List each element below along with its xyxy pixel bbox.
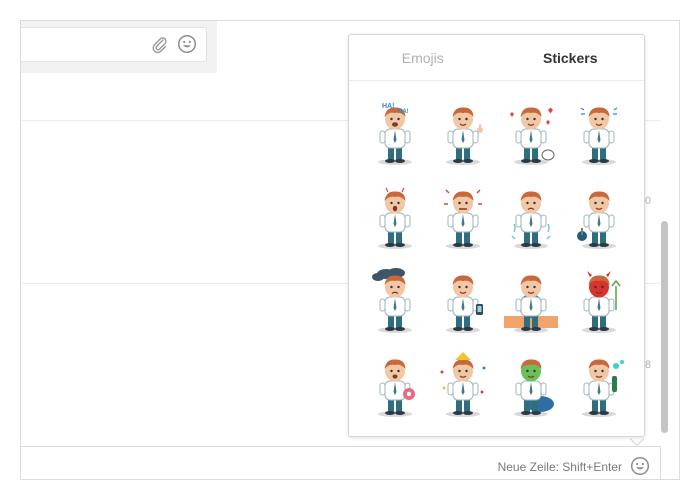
sticker-drinking-icon bbox=[582, 359, 624, 417]
svg-text:HA!: HA! bbox=[382, 103, 394, 110]
emoji-sticker-popup: Emojis Stickers HA! HA! bbox=[348, 34, 645, 437]
sticker-walking-icon bbox=[577, 191, 616, 249]
sticker-laughing-icon: HA! HA! bbox=[378, 103, 412, 165]
composer[interactable]: Neue Zeile: Shift+Enter bbox=[21, 446, 661, 479]
sticker-drinking[interactable] bbox=[565, 343, 633, 427]
sticker-shocked[interactable] bbox=[361, 175, 429, 259]
sticker-party-icon bbox=[440, 352, 486, 417]
tab-emojis[interactable]: Emojis bbox=[349, 35, 497, 80]
sticker-confused[interactable] bbox=[565, 91, 633, 175]
sticker-crying-icon bbox=[511, 191, 551, 249]
sticker-devil-icon bbox=[582, 271, 621, 333]
sticker-phone[interactable] bbox=[429, 259, 497, 343]
popup-tabs: Emojis Stickers bbox=[349, 35, 644, 81]
sticker-walking[interactable] bbox=[565, 175, 633, 259]
sticker-thumbs-up[interactable] bbox=[429, 91, 497, 175]
sticker-laughing[interactable]: HA! HA! bbox=[361, 91, 429, 175]
sticker-confused-icon bbox=[580, 107, 618, 165]
svg-text:HA!: HA! bbox=[398, 109, 409, 115]
sticker-grid: HA! HA! bbox=[361, 91, 633, 427]
scrollbar-thumb[interactable] bbox=[661, 221, 668, 433]
sticker-hearts-dog-icon bbox=[510, 107, 555, 165]
sticker-rain-cloud-icon bbox=[372, 268, 412, 333]
sticker-donut[interactable] bbox=[361, 343, 429, 427]
smiley-icon[interactable] bbox=[177, 34, 197, 54]
sticker-rain-cloud[interactable] bbox=[361, 259, 429, 343]
sticker-party[interactable] bbox=[429, 343, 497, 427]
sticker-coffee[interactable] bbox=[497, 259, 565, 343]
sticker-hearts-dog[interactable] bbox=[497, 91, 565, 175]
sticker-angry-icon bbox=[444, 189, 482, 249]
sticker-coffee-icon bbox=[504, 275, 558, 333]
sticker-thumbs-up-icon bbox=[446, 107, 483, 165]
sticker-angry[interactable] bbox=[429, 175, 497, 259]
smiley-icon[interactable] bbox=[630, 456, 650, 476]
paperclip-icon[interactable] bbox=[151, 36, 169, 54]
sticker-phone-icon bbox=[446, 275, 483, 333]
message-input-top[interactable] bbox=[21, 27, 207, 62]
sticker-donut-icon bbox=[378, 359, 415, 417]
message-meta: 8 bbox=[644, 359, 651, 371]
tab-stickers[interactable]: Stickers bbox=[497, 35, 645, 80]
sticker-sick-icon bbox=[514, 359, 554, 417]
message-box-area bbox=[21, 21, 217, 73]
message-meta: 0 bbox=[644, 195, 651, 207]
sticker-devil[interactable] bbox=[565, 259, 633, 343]
composer-hint: Neue Zeile: Shift+Enter bbox=[497, 460, 622, 474]
sticker-shocked-icon bbox=[378, 187, 412, 249]
sticker-sick[interactable] bbox=[497, 343, 565, 427]
sticker-crying[interactable] bbox=[497, 175, 565, 259]
